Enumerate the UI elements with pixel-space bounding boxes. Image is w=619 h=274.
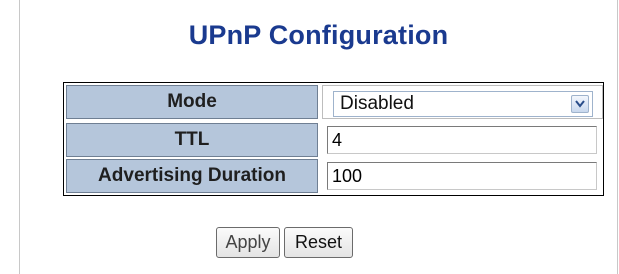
ttl-input[interactable]: 4 [327, 126, 597, 154]
apply-button[interactable]: Apply [216, 227, 280, 258]
page-title: UPnP Configuration [188, 20, 449, 50]
advertising-duration-row: Advertising Duration 100 [64, 159, 603, 195]
mode-select-value: Disabled [340, 93, 414, 114]
reset-button[interactable]: Reset [284, 227, 353, 258]
upnp-config-panel: UPnP Configuration Mode Disabled TTL 4 A… [19, 0, 618, 274]
advertising-duration-label: Advertising Duration [66, 159, 318, 193]
advertising-duration-value-cell: 100 [322, 159, 603, 193]
ttl-value-cell: 4 [322, 123, 603, 157]
ttl-label: TTL [66, 123, 318, 157]
upnp-config-table: Mode Disabled TTL 4 Advertising Duration… [63, 82, 604, 196]
mode-row: Mode Disabled [64, 83, 603, 123]
mode-select[interactable]: Disabled [333, 91, 593, 117]
advertising-duration-input[interactable]: 100 [327, 162, 597, 190]
mode-value-cell: Disabled [322, 85, 603, 119]
mode-label: Mode [66, 85, 318, 119]
ttl-row: TTL 4 [64, 123, 603, 159]
chevron-down-icon[interactable] [571, 95, 589, 113]
